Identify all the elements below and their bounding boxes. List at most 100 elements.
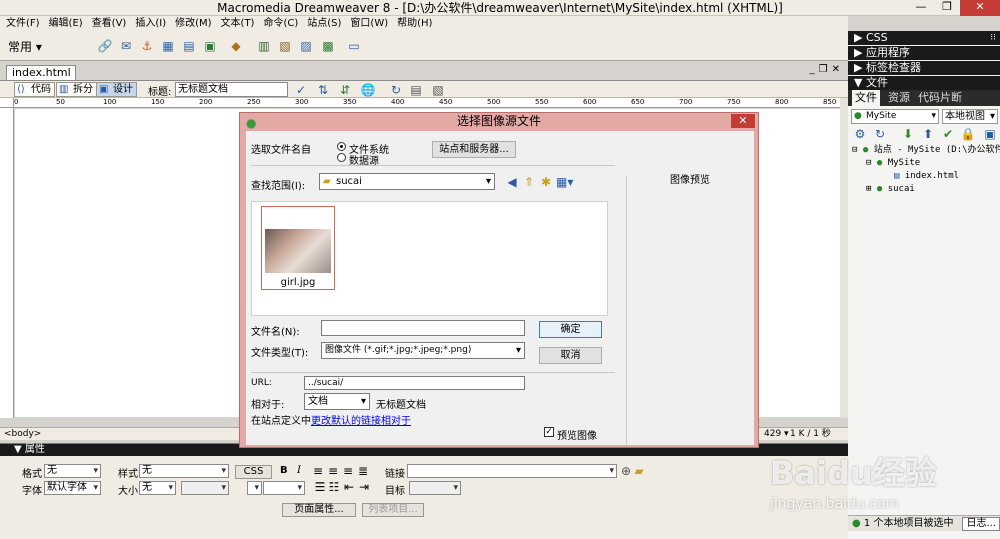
relative-to-select[interactable]: 文档 bbox=[304, 393, 370, 410]
browse-folder-icon[interactable]: ▰ bbox=[631, 463, 647, 479]
validate-icon[interactable]: ⇵ bbox=[337, 82, 353, 98]
up-folder-icon[interactable]: ⇑ bbox=[521, 174, 537, 190]
hyperlink-icon[interactable]: 🔗 bbox=[97, 38, 113, 54]
filesystem-radio[interactable] bbox=[337, 142, 346, 151]
menu-file[interactable]: 文件(F) bbox=[6, 16, 40, 31]
align-center-icon[interactable]: ≡ bbox=[325, 463, 341, 479]
cancel-button[interactable]: 取消 bbox=[539, 347, 602, 364]
filetype-select[interactable]: 图像文件 (*.gif;*.jpg;*.jpeg;*.png) bbox=[321, 342, 525, 359]
new-folder-icon[interactable]: ✱ bbox=[538, 174, 554, 190]
tree-folder-sucai[interactable]: ⊞ ● sucai bbox=[866, 183, 915, 195]
doc-minimize-icon[interactable]: _ bbox=[810, 64, 819, 75]
sites-and-servers-button[interactable]: 站点和服务器... bbox=[432, 141, 516, 158]
dialog-close-button[interactable]: ✕ bbox=[731, 114, 755, 128]
email-link-icon[interactable]: ✉ bbox=[118, 38, 134, 54]
refresh-icon[interactable]: ↻ bbox=[872, 126, 888, 142]
bold-button[interactable]: B bbox=[280, 465, 288, 476]
check-in-icon[interactable]: 🔒 bbox=[960, 126, 976, 142]
script-icon[interactable]: ▩ bbox=[320, 38, 336, 54]
template-icon[interactable]: ▭ bbox=[346, 38, 362, 54]
files-panel-header[interactable]: ▼ 文件 bbox=[848, 76, 1000, 90]
layer-icon[interactable]: ▤ bbox=[181, 38, 197, 54]
view-menu-icon[interactable]: ▦▾ bbox=[556, 174, 573, 190]
refresh-design-icon[interactable]: ↻ bbox=[388, 82, 404, 98]
menu-edit[interactable]: 编辑(E) bbox=[49, 16, 83, 31]
align-left-icon[interactable]: ≡ bbox=[310, 463, 326, 479]
menu-window[interactable]: 窗口(W) bbox=[350, 16, 388, 31]
tree-folder-mysite[interactable]: ⊟ ● MySite bbox=[866, 157, 920, 169]
list-item-button[interactable]: 列表项目... bbox=[362, 503, 424, 517]
application-panel-header[interactable]: ▶ 应用程序 bbox=[848, 46, 1000, 60]
browser-check-icon[interactable]: ✓ bbox=[293, 82, 309, 98]
preview-browser-icon[interactable]: 🌐 bbox=[360, 82, 376, 98]
style-select[interactable]: 无 bbox=[139, 464, 229, 478]
restore-button[interactable]: ❐ bbox=[934, 0, 960, 16]
menu-insert[interactable]: 插入(I) bbox=[135, 16, 166, 31]
outdent-icon[interactable]: ⇤ bbox=[341, 479, 357, 495]
split-view-button[interactable]: ▥ 拆分 bbox=[56, 82, 97, 97]
expand-icon[interactable]: ▣ bbox=[982, 126, 998, 142]
view-select[interactable]: 本地视图 ▾ bbox=[942, 109, 998, 124]
head-icon[interactable]: ▨ bbox=[298, 38, 314, 54]
filename-input[interactable] bbox=[321, 320, 525, 336]
doc-restore-icon[interactable]: ❐ bbox=[819, 64, 832, 75]
visual-aids-icon[interactable]: ▧ bbox=[430, 82, 446, 98]
menu-help[interactable]: 帮助(H) bbox=[397, 16, 432, 31]
tab-snippets[interactable]: 代码片断 bbox=[918, 90, 962, 106]
look-in-select[interactable]: ▰ sucai bbox=[319, 173, 495, 190]
media-icon[interactable]: ◆ bbox=[228, 38, 244, 54]
indent-icon[interactable]: ⇥ bbox=[356, 479, 372, 495]
text-color-input[interactable] bbox=[263, 481, 305, 495]
ok-button[interactable]: 确定 bbox=[539, 321, 602, 338]
image-icon[interactable]: ▣ bbox=[202, 38, 218, 54]
check-out-icon[interactable]: ✔ bbox=[940, 126, 956, 142]
justify-icon[interactable]: ≣ bbox=[355, 463, 371, 479]
design-view-button[interactable]: ▣ 设计 bbox=[96, 82, 137, 97]
target-select[interactable] bbox=[409, 481, 461, 495]
table-icon[interactable]: ▦ bbox=[160, 38, 176, 54]
menu-modify[interactable]: 修改(M) bbox=[175, 16, 211, 31]
tab-files[interactable]: 文件 bbox=[852, 90, 880, 106]
named-anchor-icon[interactable]: ⚓ bbox=[139, 38, 155, 54]
size-unit-select[interactable] bbox=[181, 481, 229, 495]
date-icon[interactable]: ▥ bbox=[256, 38, 272, 54]
italic-button[interactable]: I bbox=[297, 465, 301, 476]
file-list[interactable]: girl.jpg bbox=[251, 201, 608, 316]
format-select[interactable]: 无 bbox=[44, 464, 101, 478]
tag-selector-body[interactable]: <body> bbox=[4, 428, 41, 440]
code-view-button[interactable]: ⟨⟩ 代码 bbox=[14, 82, 55, 97]
minimize-button[interactable]: — bbox=[908, 0, 934, 16]
close-button[interactable]: ✕ bbox=[960, 0, 1000, 16]
url-input[interactable]: ../sucai/ bbox=[304, 376, 525, 390]
tree-file-index[interactable]: ▤ index.html bbox=[894, 170, 959, 182]
back-icon[interactable]: ◀ bbox=[504, 174, 520, 190]
title-input[interactable]: 无标题文档 bbox=[175, 82, 288, 97]
ordered-list-icon[interactable]: ☷ bbox=[326, 479, 342, 495]
site-select[interactable]: ● MySite ▾ bbox=[851, 109, 939, 124]
size-select[interactable]: 无 bbox=[139, 481, 176, 495]
align-right-icon[interactable]: ≡ bbox=[340, 463, 356, 479]
comment-icon[interactable]: ▧ bbox=[277, 38, 293, 54]
insert-category-dropdown[interactable]: 常用 ▾ bbox=[8, 38, 42, 55]
vertical-scrollbar[interactable] bbox=[840, 98, 848, 418]
change-default-link-relative-link[interactable]: 更改默认的链接相对于 bbox=[311, 416, 411, 427]
datasource-radio[interactable] bbox=[337, 153, 346, 162]
preview-image-checkbox[interactable]: ✓ bbox=[544, 427, 554, 437]
doc-close-icon[interactable]: ✕ bbox=[832, 64, 844, 75]
file-management-icon[interactable]: ⇅ bbox=[315, 82, 331, 98]
page-properties-button[interactable]: 页面属性... bbox=[282, 503, 356, 517]
document-tab[interactable]: index.html bbox=[6, 65, 76, 80]
get-files-icon[interactable]: ⬇ bbox=[900, 126, 916, 142]
menu-text[interactable]: 文本(T) bbox=[221, 16, 255, 31]
menu-view[interactable]: 查看(V) bbox=[92, 16, 127, 31]
connect-icon[interactable]: ⚙ bbox=[852, 126, 868, 142]
font-select[interactable]: 默认字体 bbox=[44, 481, 101, 495]
tag-inspector-panel-header[interactable]: ▶ 标签检查器 bbox=[848, 61, 1000, 75]
css-button[interactable]: CSS bbox=[235, 465, 272, 479]
put-files-icon[interactable]: ⬆ bbox=[920, 126, 936, 142]
window-size-select[interactable]: 429 ▾ bbox=[764, 428, 789, 440]
view-options-icon[interactable]: ▤ bbox=[408, 82, 424, 98]
css-panel-header[interactable]: ▶ CSS ⁝⁝ bbox=[848, 31, 1000, 45]
menu-commands[interactable]: 命令(C) bbox=[263, 16, 298, 31]
tab-assets[interactable]: 资源 bbox=[888, 90, 910, 106]
